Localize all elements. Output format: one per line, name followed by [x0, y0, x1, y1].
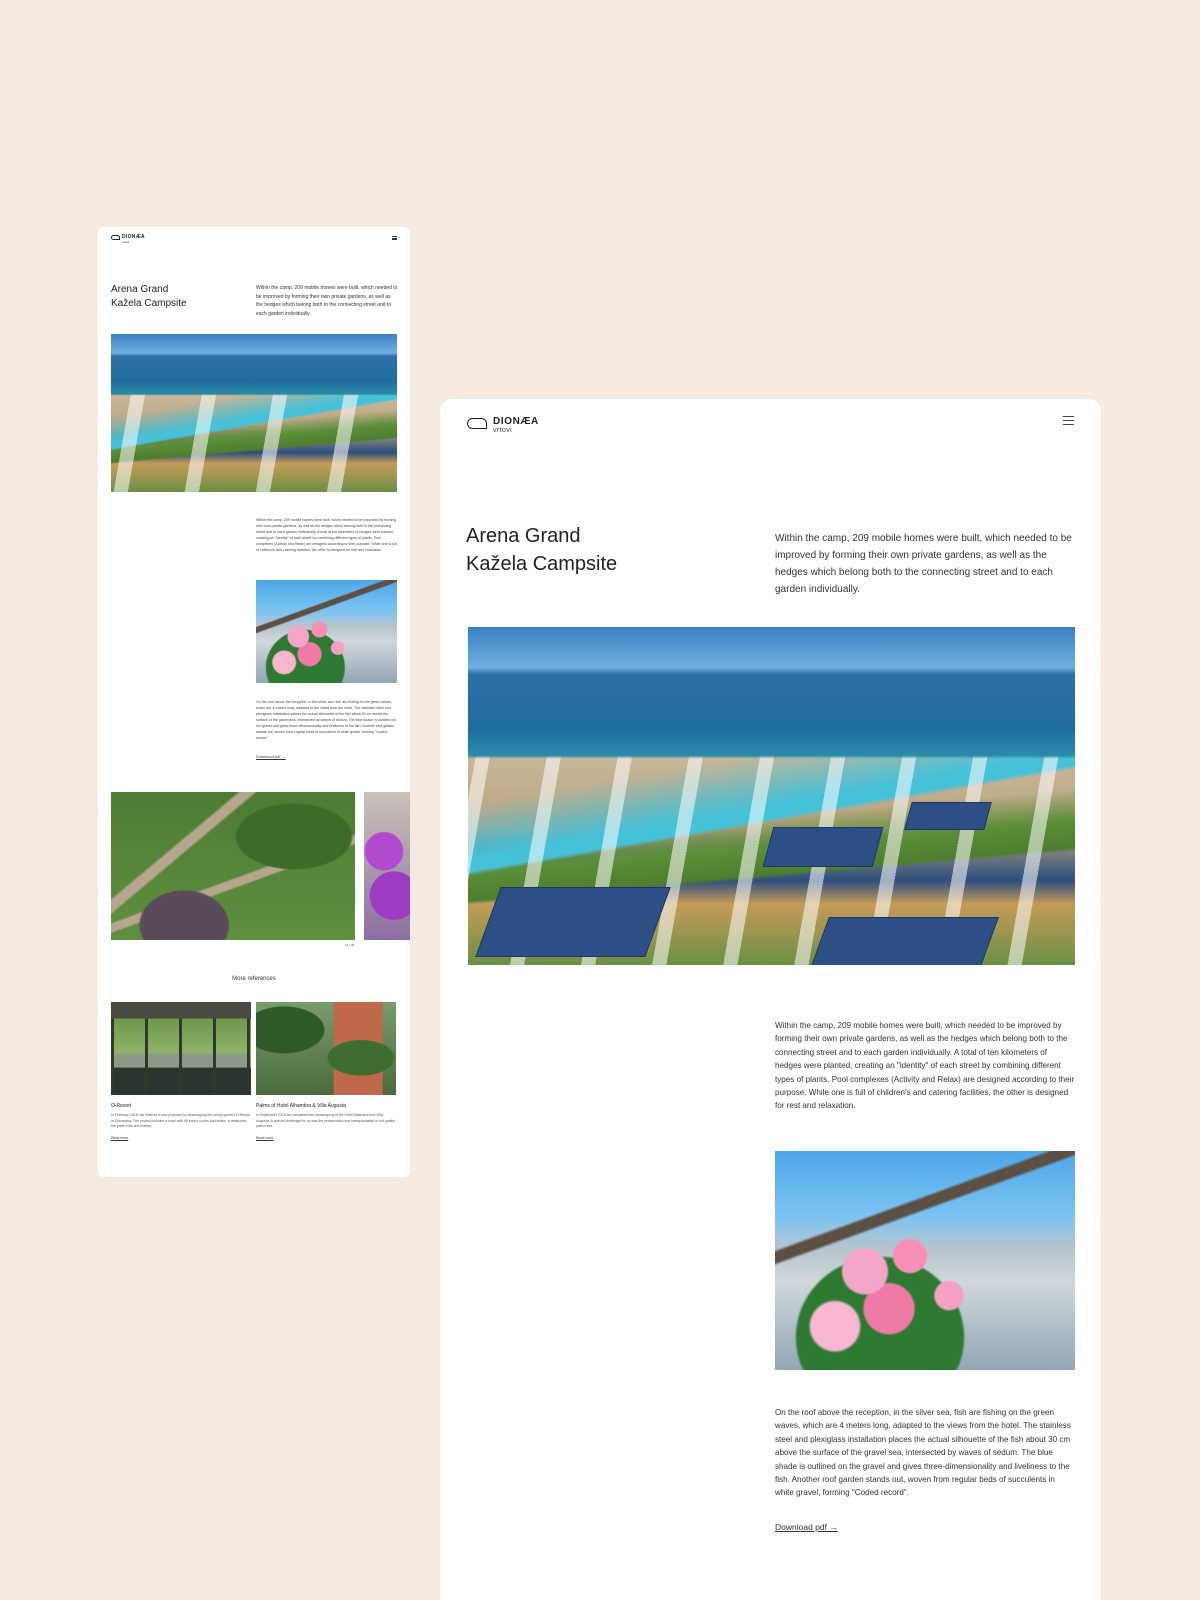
read-more-link[interactable]: Read more [111, 1136, 251, 1140]
logo-sub: vrtovi [122, 240, 130, 244]
project-body-2: On the roof above the reception, in the … [256, 700, 396, 740]
reference-card[interactable]: Palms of Hotel Alhambra & Villa Augusta … [256, 1002, 396, 1140]
project-intro: Within the camp, 209 mobile homes were b… [256, 285, 398, 317]
gallery-image-next[interactable] [364, 792, 410, 940]
logo-text: DIONÆA vrtovi [493, 416, 539, 434]
resort-aerial-image [111, 334, 397, 492]
project-title: Arena Grand Kažela Campsite [466, 522, 726, 578]
fish-logo-icon [467, 418, 487, 429]
gallery-counter: 01 / 08 [345, 943, 355, 947]
oleander-image [775, 1151, 1075, 1370]
reference-image[interactable] [256, 1002, 396, 1095]
gallery-image-garden[interactable] [111, 792, 355, 940]
download-pdf-link[interactable]: Download pdf → [256, 754, 286, 759]
project-body-1: Within the camp, 209 mobile homes were b… [775, 1021, 1075, 1111]
fish-logo-icon [111, 234, 120, 240]
reference-title: O-Resort [111, 1103, 132, 1109]
reference-image[interactable] [111, 1002, 251, 1095]
reference-text: In September 2015 we completed the lands… [256, 1113, 395, 1128]
logo-sub: vrtovi [493, 427, 513, 434]
more-references-heading: More references [232, 976, 276, 982]
title-line-2: Kažela Campsite [111, 298, 187, 309]
reference-title: Palms of Hotel Alhambra & Villa Augusta [256, 1103, 346, 1109]
site-logo[interactable]: DIONÆA vrtovi [467, 416, 539, 434]
project-body-1: Within the camp, 209 mobile homes were b… [256, 518, 397, 552]
title-line-2: Kažela Campsite [466, 553, 618, 575]
read-more-link[interactable]: Read more [256, 1136, 396, 1140]
project-title: Arena Grand Kažela Campsite [111, 283, 241, 311]
oleander-image [256, 580, 397, 683]
project-body-2: On the roof above the reception, in the … [775, 1408, 1071, 1498]
hamburger-menu-icon[interactable] [392, 236, 397, 240]
mobile-header: DIONÆA vrtovi [111, 234, 397, 246]
title-line-1: Arena Grand [466, 525, 581, 547]
download-pdf-link[interactable]: Download pdf → [775, 1522, 838, 1532]
resort-aerial-image [468, 627, 1075, 965]
mobile-page-preview: DIONÆA vrtovi Arena Grand Kažela Campsit… [98, 227, 410, 1177]
hamburger-menu-icon[interactable] [1063, 416, 1074, 425]
title-line-1: Arena Grand [111, 284, 169, 295]
reference-text: In February 2016, we finished a new prop… [111, 1113, 251, 1128]
mobile-logo[interactable]: DIONÆA vrtovi [111, 234, 145, 244]
project-intro: Within the camp, 209 mobile homes were b… [775, 533, 1072, 595]
desktop-page-preview: DIONÆA vrtovi Arena Grand Kažela Campsit… [440, 399, 1101, 1600]
logo-name: DIONÆA [493, 416, 539, 427]
reference-card[interactable]: O-Resort In February 2016, we finished a… [111, 1002, 251, 1140]
